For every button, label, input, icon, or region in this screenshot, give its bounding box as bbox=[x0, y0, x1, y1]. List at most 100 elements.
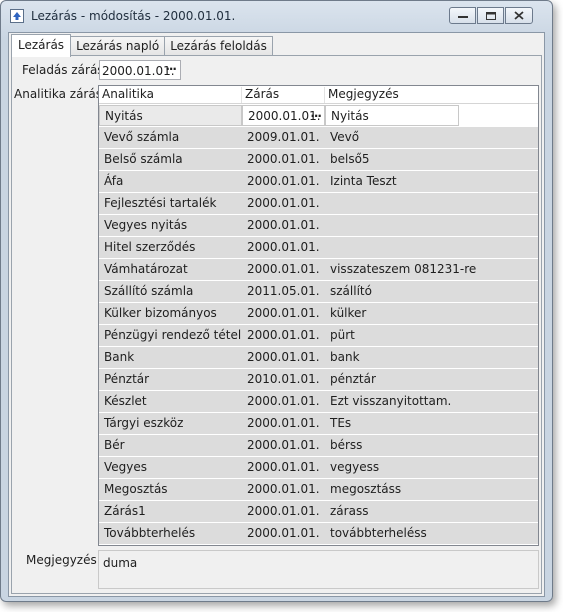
table-row[interactable]: Megosztás 2000.01.01. megosztáss bbox=[99, 479, 538, 501]
cell-megjegyzes[interactable]: zárass bbox=[325, 501, 538, 522]
cell-analitika[interactable]: Bank bbox=[99, 347, 242, 368]
cell-megjegyzes[interactable]: vegyess bbox=[325, 457, 538, 478]
cell-analitika[interactable]: Bér bbox=[99, 435, 242, 456]
cell-zaras[interactable]: 2000.01.01. bbox=[242, 149, 325, 170]
table-row[interactable]: Vegyes 2000.01.01. vegyess bbox=[99, 457, 538, 479]
analitika-grid: Analitika Zárás Megjegyzés Nyitás 2000.01… bbox=[98, 85, 539, 546]
cell-zaras[interactable]: 2000.01.01. bbox=[242, 303, 325, 324]
cell-zaras[interactable]: 2010.01.01. bbox=[242, 369, 325, 390]
cell-analitika[interactable]: Továbbterhelés bbox=[99, 523, 242, 544]
cell-megjegyzes[interactable]: pürt bbox=[325, 325, 538, 346]
cell-megjegyzes[interactable] bbox=[325, 193, 538, 214]
table-row[interactable]: Vámhatározat 2000.01.01. visszateszem 0812… bbox=[99, 259, 538, 281]
table-row[interactable]: Belső számla 2000.01.01. belső5 bbox=[99, 149, 538, 171]
cell-megjegyzes[interactable]: belső5 bbox=[325, 149, 538, 170]
cell-analitika[interactable]: Készlet bbox=[99, 391, 242, 412]
table-row[interactable]: Vegyes nyitás 2000.01.01. bbox=[99, 215, 538, 237]
cell-analitika[interactable]: Vegyes nyitás bbox=[99, 215, 242, 236]
cell-megjegyzes[interactable] bbox=[325, 215, 538, 236]
cell-analitika[interactable]: Vegyes bbox=[99, 457, 242, 478]
cell-analitika[interactable]: Szállító számla bbox=[99, 281, 242, 302]
table-row[interactable]: Zárás1 2000.01.01. zárass bbox=[99, 501, 538, 523]
cell-megjegyzes[interactable]: külker bbox=[325, 303, 538, 324]
cell-zaras[interactable]: 2000.01.01. bbox=[242, 193, 325, 214]
table-row[interactable]: Külker bizományos 2000.01.01. külker bbox=[99, 303, 538, 325]
cell-megjegyzes[interactable]: bank bbox=[325, 347, 538, 368]
cell-megjegyzes[interactable]: Vevő bbox=[325, 127, 538, 148]
cell-megjegyzes[interactable]: bérss bbox=[325, 435, 538, 456]
cell-analitika[interactable]: Megosztás bbox=[99, 479, 242, 500]
date-picker-button[interactable]: ··· bbox=[165, 62, 177, 76]
maximize-button[interactable] bbox=[477, 7, 504, 24]
cell-zaras[interactable]: 2000.01.01. bbox=[242, 457, 325, 478]
table-row[interactable]: Pénztár 2010.01.01. pénztár bbox=[99, 369, 538, 391]
table-row[interactable]: Bank 2000.01.01. bank bbox=[99, 347, 538, 369]
cell-zaras[interactable]: 2000.01.01. bbox=[242, 347, 325, 368]
cell-megjegyzes[interactable]: szállító bbox=[325, 281, 538, 302]
tab-strip: Lezárás Lezárás napló Lezárás feloldás bbox=[11, 34, 273, 57]
cell-analitika[interactable]: Áfa bbox=[99, 171, 242, 192]
table-row[interactable]: Áfa 2000.01.01. Izinta Teszt bbox=[99, 171, 538, 193]
cell-zaras[interactable]: 2000.01.01. bbox=[242, 215, 325, 236]
cell-analitika[interactable]: Pénzügyi rendező tétel bbox=[99, 325, 242, 346]
grid-header: Analitika Zárás Megjegyzés bbox=[99, 86, 538, 104]
cell-zaras[interactable]: 2000.01.01. bbox=[242, 259, 325, 280]
megjegyzes-textarea[interactable]: duma bbox=[98, 550, 539, 589]
table-row[interactable]: Szállító számla 2011.05.01. szállító bbox=[99, 281, 538, 303]
cell-zaras[interactable]: 2000.01.01. bbox=[242, 171, 325, 192]
cell-zaras[interactable]: 2000.01.01. bbox=[242, 325, 325, 346]
tab-lezaras-naplo[interactable]: Lezárás napló bbox=[70, 36, 166, 57]
cell-zaras[interactable]: 2000.01.01. bbox=[242, 237, 325, 258]
cell-megjegyzes[interactable]: Ezt visszanyitottam. bbox=[325, 391, 538, 412]
column-header-zaras[interactable]: Zárás bbox=[242, 87, 325, 103]
table-row[interactable]: Fejlesztési tartalék 2000.01.01. bbox=[99, 193, 538, 215]
cell-megjegyzes[interactable]: Nyitás bbox=[325, 105, 459, 126]
cell-analitika[interactable]: Vevő számla bbox=[99, 127, 242, 148]
tab-lezaras[interactable]: Lezárás bbox=[11, 34, 72, 57]
cell-zaras-value: 2000.01.01. bbox=[247, 262, 320, 276]
cell-megjegyzes[interactable]: Izinta Teszt bbox=[325, 171, 538, 192]
feladas-zaras-label: Feladás zárás: bbox=[22, 63, 108, 77]
table-row[interactable]: Vevő számla 2009.01.01. Vevő bbox=[99, 127, 538, 149]
cell-analitika[interactable]: Zárás1 bbox=[99, 501, 242, 522]
dialog-window: Lezárás - módosítás - 2000.01.01. Lezárá… bbox=[0, 0, 553, 602]
cell-zaras[interactable]: 2000.01.01. bbox=[242, 501, 325, 522]
cell-analitika[interactable]: Belső számla bbox=[99, 149, 242, 170]
table-row[interactable]: Pénzügyi rendező tétel 2000.01.01. pürt bbox=[99, 325, 538, 347]
cell-zaras[interactable]: 2000.01.01. bbox=[242, 523, 325, 544]
title-bar[interactable]: Lezárás - módosítás - 2000.01.01. bbox=[1, 1, 552, 31]
table-row[interactable]: Tárgyi eszköz 2000.01.01. TEs bbox=[99, 413, 538, 435]
table-row[interactable]: Bér 2000.01.01. bérss bbox=[99, 435, 538, 457]
cell-zaras[interactable]: 2000.01.01. bbox=[242, 391, 325, 412]
cell-analitika[interactable]: Pénztár bbox=[99, 369, 242, 390]
close-button[interactable] bbox=[505, 7, 533, 24]
cell-megjegyzes[interactable]: továbbterheléss bbox=[325, 523, 538, 544]
cell-zaras[interactable]: 2011.05.01. bbox=[242, 281, 325, 302]
row-date-picker-button[interactable]: ··· bbox=[310, 106, 322, 125]
column-header-megjegyzes[interactable]: Megjegyzés bbox=[325, 87, 538, 103]
cell-analitika[interactable]: Hitel szerződés bbox=[99, 237, 242, 258]
table-row[interactable]: Hitel szerződés 2000.01.01. bbox=[99, 237, 538, 259]
table-row[interactable]: Nyitás 2000.01.01. ··· Nyitás bbox=[99, 105, 538, 127]
column-header-analitika[interactable]: Analitika bbox=[99, 87, 242, 103]
cell-megjegyzes[interactable]: TEs bbox=[325, 413, 538, 434]
cell-zaras[interactable]: 2000.01.01. bbox=[242, 413, 325, 434]
cell-analitika[interactable]: Tárgyi eszköz bbox=[99, 413, 242, 434]
minimize-button[interactable] bbox=[449, 7, 476, 24]
table-row[interactable]: Továbbterhelés 2000.01.01. továbbterheléss bbox=[99, 523, 538, 545]
cell-megjegyzes[interactable]: visszateszem 081231-re bbox=[325, 259, 538, 280]
cell-analitika[interactable]: Vámhatározat bbox=[99, 259, 242, 280]
cell-zaras[interactable]: 2009.01.01. bbox=[242, 127, 325, 148]
cell-megjegyzes[interactable] bbox=[325, 237, 538, 258]
cell-analitika[interactable]: Nyitás bbox=[99, 105, 242, 126]
tab-lezaras-feloldas[interactable]: Lezárás feloldás bbox=[164, 36, 273, 57]
cell-zaras[interactable]: 2000.01.01. bbox=[242, 479, 325, 500]
cell-megjegyzes[interactable]: pénztár bbox=[325, 369, 538, 390]
feladas-zaras-field[interactable]: 2000.01.01. ··· bbox=[99, 60, 181, 80]
cell-analitika[interactable]: Külker bizományos bbox=[99, 303, 242, 324]
cell-zaras[interactable]: 2000.01.01. ··· bbox=[242, 105, 325, 126]
cell-zaras[interactable]: 2000.01.01. bbox=[242, 435, 325, 456]
cell-analitika[interactable]: Fejlesztési tartalék bbox=[99, 193, 242, 214]
cell-megjegyzes[interactable]: megosztáss bbox=[325, 479, 538, 500]
table-row[interactable]: Készlet 2000.01.01. Ezt visszanyitottam. bbox=[99, 391, 538, 413]
